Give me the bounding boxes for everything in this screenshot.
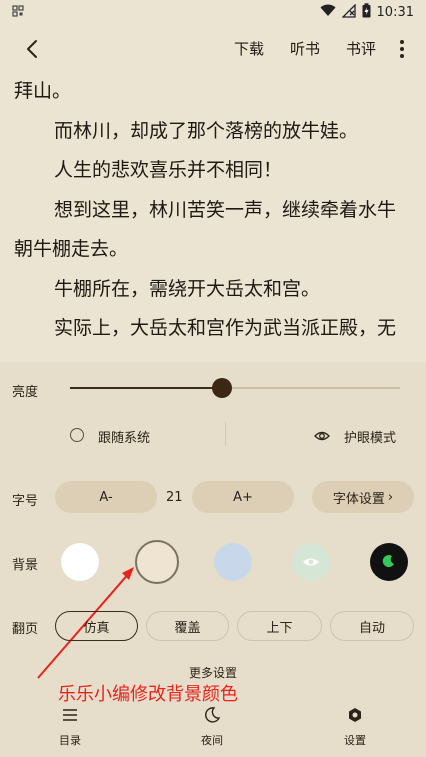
brightness-slider[interactable] <box>70 378 400 398</box>
menu-list-icon <box>61 706 79 724</box>
eye-icon <box>302 553 320 572</box>
gear-icon <box>346 706 364 724</box>
nav-toc-label: 目录 <box>59 734 81 747</box>
page-turn-label: 翻页 <box>12 622 39 637</box>
page-turn-auto[interactable]: 自动 <box>330 611 414 641</box>
bg-swatch-blue[interactable] <box>214 543 252 581</box>
more-vertical-icon[interactable] <box>398 39 406 59</box>
slider-fill <box>70 387 222 389</box>
eye-care-label[interactable]: 护眼模式 <box>344 427 396 446</box>
font-size-value: 21 <box>166 490 183 505</box>
nav-settings-label: 设置 <box>344 734 366 747</box>
font-settings-button[interactable]: 字体设置 › <box>312 481 414 513</box>
back-arrow-icon[interactable] <box>20 36 46 62</box>
bottom-nav: 目录 夜间 设置 <box>0 700 426 757</box>
more-settings-link[interactable]: 更多设置 <box>0 664 426 681</box>
status-time: 10:31 <box>376 5 414 20</box>
eye-icon[interactable] <box>314 428 330 442</box>
font-size-label: 字号 <box>12 494 39 509</box>
page-turn-cover[interactable]: 覆盖 <box>146 611 229 641</box>
review-button[interactable]: 书评 <box>346 38 376 59</box>
text-line: 朝牛棚走去。 <box>14 238 129 260</box>
moon-icon <box>382 553 396 572</box>
font-settings-label: 字体设置 <box>332 491 385 507</box>
page-turn-scroll[interactable]: 上下 <box>237 611 322 641</box>
nav-night-label: 夜间 <box>201 734 223 747</box>
follow-system-radio[interactable] <box>70 428 84 442</box>
font-increase-button[interactable]: A+ <box>192 481 294 513</box>
top-bar: 下载 听书 书评 <box>0 30 426 68</box>
listen-button[interactable]: 听书 <box>290 38 320 59</box>
text-line: 想到这里，林川苦笑一声，继续牵着水牛 <box>54 198 397 221</box>
battery-charging-icon <box>362 3 371 22</box>
page-turn-simulation[interactable]: 仿真 <box>55 611 138 641</box>
follow-system-label[interactable]: 跟随系统 <box>98 427 150 446</box>
download-button[interactable]: 下载 <box>234 38 264 59</box>
text-line: 而林川，却成了那个落榜的放牛娃。 <box>54 119 359 142</box>
slider-handle[interactable] <box>211 378 232 398</box>
divider <box>225 422 226 446</box>
bg-swatch-green[interactable] <box>292 543 330 581</box>
status-bar: 10:31 <box>0 0 426 24</box>
text-line: 实际上，大岳太和宫作为武当派正殿，无 <box>54 317 397 339</box>
reading-content[interactable]: 拜山。 而林川，却成了那个落榜的放牛娃。 人生的悲欢喜乐并不相同！ 想到这里，林… <box>0 72 426 349</box>
nav-settings[interactable]: 设置 <box>315 706 395 748</box>
brightness-label: 亮度 <box>12 385 39 400</box>
nav-toc[interactable]: 目录 <box>30 706 110 748</box>
chevron-right-icon: › <box>387 489 394 505</box>
qr-notification-icon <box>12 5 24 20</box>
no-signal-icon <box>340 2 356 22</box>
bg-swatch-night[interactable] <box>370 543 408 581</box>
wifi-icon <box>320 4 336 21</box>
text-line: 牛棚所在，需绕开大岳太和宫。 <box>54 277 321 300</box>
font-decrease-button[interactable]: A- <box>55 481 157 513</box>
nav-night[interactable]: 夜间 <box>172 706 252 748</box>
text-line: 人生的悲欢喜乐并不相同！ <box>54 159 283 181</box>
moon-icon <box>203 706 221 724</box>
text-line: 拜山。 <box>14 80 72 102</box>
